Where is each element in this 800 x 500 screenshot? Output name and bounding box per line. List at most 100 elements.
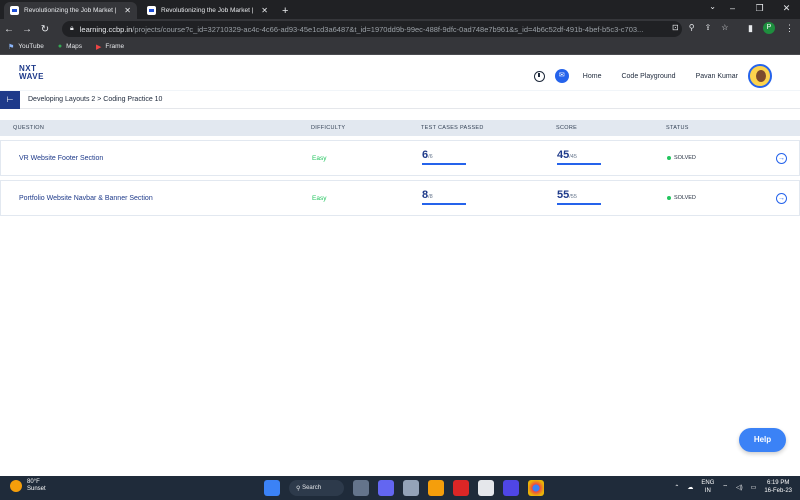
test-cases-metric: 6/6 — [422, 149, 466, 165]
bookmark-star-icon[interactable]: ☆ — [721, 23, 728, 32]
table-row[interactable]: VR Website Footer Section Easy 6/6 45/45… — [0, 140, 800, 176]
minimize-icon[interactable]: – — [719, 0, 746, 19]
browser-tab-1[interactable]: Revolutionizing the Job Market | ✕ — [4, 2, 137, 19]
question-title[interactable]: VR Website Footer Section — [19, 155, 103, 162]
bookmarks-bar: ⚑ YouTube ● Maps ▶ Frame — [0, 39, 800, 55]
page-content: NXT WAVE ✉ Home Code Playground Pavan Ku… — [0, 56, 800, 476]
clock-time: 6:19 PM — [766, 480, 790, 486]
nav-home[interactable]: Home — [583, 73, 602, 80]
task-view-icon[interactable] — [353, 480, 369, 496]
user-avatar[interactable] — [748, 64, 772, 88]
header-question: QUESTION — [13, 125, 45, 131]
chat-icon[interactable]: ✉ — [554, 69, 569, 83]
chat-app-icon[interactable] — [378, 480, 394, 496]
score-progress-bar — [557, 203, 601, 205]
tab-title: Revolutionizing the Job Market | — [24, 7, 117, 14]
volume-icon[interactable]: ◁) — [736, 484, 743, 491]
tab-title: Revolutionizing the Job Market | — [161, 7, 254, 14]
os-taskbar: 80°F Sunset ⚲ Search ⌃ ☁ ENG IN ⌔ ◁) ▭ 6… — [0, 476, 800, 500]
site-favicon — [147, 6, 156, 15]
file-explorer-icon[interactable] — [428, 480, 444, 496]
test-progress-bar — [422, 163, 466, 165]
battery-icon[interactable]: ▭ — [751, 484, 757, 491]
status-label: SOLVED — [674, 195, 696, 201]
user-name[interactable]: Pavan Kumar — [696, 73, 738, 80]
chrome-icon[interactable] — [528, 480, 544, 496]
arrow-right-icon[interactable]: → — [776, 152, 787, 164]
score-total: /55 — [569, 194, 577, 200]
settings-gear-icon[interactable] — [403, 480, 419, 496]
lock-icon: 🔒︎ — [70, 25, 74, 32]
status-badge: SOLVED — [667, 195, 696, 201]
header-right: ✉ Home Code Playground Pavan Kumar — [533, 64, 772, 88]
weather-desc: Sunset — [27, 486, 46, 492]
nxtwave-logo[interactable]: NXT WAVE — [19, 65, 44, 81]
window-close-icon[interactable]: ✕ — [773, 0, 800, 19]
header-score: SCORE — [556, 125, 578, 131]
site-header: NXT WAVE ✉ Home Code Playground Pavan Ku… — [0, 56, 800, 91]
arrow-right-icon[interactable]: → — [776, 192, 787, 204]
logo-line-2: WAVE — [19, 72, 44, 81]
tab-close-icon[interactable]: ✕ — [261, 6, 268, 15]
bookmark-youtube[interactable]: ⚑ YouTube — [8, 43, 44, 51]
score-value: 55 — [557, 189, 570, 201]
sidebar-toggle-icon[interactable]: ⊢ — [0, 90, 20, 109]
toolbar-right: ▮ P ⋮ — [748, 22, 794, 34]
reload-icon[interactable]: ↻ — [36, 24, 54, 35]
status-dot — [667, 196, 671, 200]
search-label: Search — [302, 485, 322, 491]
window-controls: – ❐ ✕ — [719, 0, 800, 19]
timer-icon[interactable] — [533, 70, 545, 82]
browser-tab-2[interactable]: Revolutionizing the Job Market | ✕ — [141, 2, 274, 19]
address-bar[interactable]: 🔒︎ learning.ccbp.in /projects/course?c_i… — [62, 21, 682, 37]
tests-total: /6 — [428, 154, 433, 160]
tests-total: /8 — [428, 194, 433, 200]
share-icon[interactable]: ⇪ — [705, 23, 712, 32]
language-indicator[interactable]: ENG IN — [701, 479, 714, 495]
cloud-icon[interactable]: ☁ — [687, 484, 693, 491]
side-panel-icon[interactable]: ▮ — [748, 23, 753, 34]
taskbar-search[interactable]: ⚲ Search — [289, 480, 344, 496]
profile-avatar[interactable]: P — [763, 22, 775, 34]
bookmark-label: Maps — [66, 43, 82, 50]
score-total: /45 — [569, 154, 577, 160]
new-tab-icon[interactable]: + — [282, 5, 288, 17]
status-badge: SOLVED — [667, 155, 696, 161]
nav-code-playground[interactable]: Code Playground — [621, 73, 675, 80]
windows-start-icon[interactable] — [264, 480, 280, 496]
install-icon[interactable]: ⊡ — [672, 23, 679, 32]
clock[interactable]: 6:19 PM 16-Feb-23 — [764, 479, 792, 495]
bookmark-frame[interactable]: ▶ Frame — [96, 43, 124, 51]
score-metric: 55/55 — [557, 189, 601, 205]
difficulty-label: Easy — [312, 194, 327, 202]
menu-kebab-icon[interactable]: ⋮ — [785, 23, 794, 34]
tab-close-icon[interactable]: ✕ — [124, 6, 131, 15]
url-path: /projects/course?c_id=32710329-ac4c-4c66… — [132, 24, 644, 34]
test-progress-bar — [422, 203, 466, 205]
forward-icon[interactable]: → — [18, 24, 36, 35]
question-title[interactable]: Portfolio Website Navbar & Banner Sectio… — [19, 195, 153, 202]
restore-icon[interactable]: ❐ — [746, 0, 773, 19]
wifi-icon[interactable]: ⌔ — [722, 483, 728, 491]
sunset-icon — [10, 480, 22, 492]
taskbar-apps: ⚲ Search — [264, 480, 544, 496]
tab-search-icon[interactable]: ⌄ — [709, 2, 716, 11]
score-metric: 45/45 — [557, 149, 601, 165]
header-test-cases: TEST CASES PASSED — [421, 125, 484, 131]
status-label: SOLVED — [674, 155, 696, 161]
weather-temp: 80°F — [27, 479, 40, 485]
chevron-up-icon[interactable]: ⌃ — [674, 484, 679, 491]
editor-app-icon[interactable] — [503, 480, 519, 496]
bookmark-maps[interactable]: ● Maps — [58, 43, 82, 50]
questions-table: QUESTION DIFFICULTY TEST CASES PASSED SC… — [0, 120, 800, 216]
table-row[interactable]: Portfolio Website Navbar & Banner Sectio… — [0, 180, 800, 216]
mcafee-icon[interactable] — [453, 480, 469, 496]
store-icon[interactable] — [478, 480, 494, 496]
url-host: learning.ccbp.in — [79, 24, 133, 34]
weather-widget[interactable]: 80°F Sunset — [10, 479, 46, 493]
browser-tabstrip: Revolutionizing the Job Market | ✕ Revol… — [0, 0, 800, 19]
back-icon[interactable]: ← — [0, 24, 18, 35]
help-button[interactable]: Help — [739, 428, 786, 452]
zoom-icon[interactable]: ⚲ — [689, 23, 695, 32]
bookmark-folder-icon: ⚑ — [8, 43, 15, 51]
